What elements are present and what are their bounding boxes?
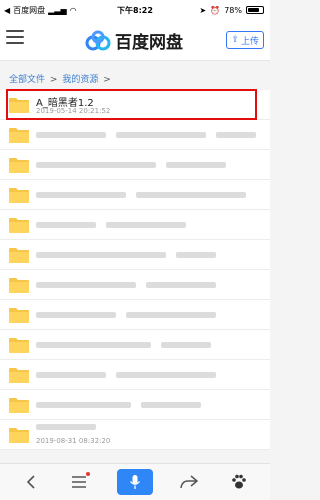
menu-button[interactable] [6,30,24,48]
folder-icon [9,428,29,443]
mic-button-bg [117,469,153,495]
breadcrumb-separator: > [103,75,111,85]
status-bar: ◀ 百度网盘 ▂▃▅ ◠ 下午8:22 ➤ ⏰ 78% [0,0,270,20]
upload-icon: ⇪ [231,35,239,45]
menu-line [6,30,24,32]
redacted-text [36,424,96,430]
bottom-toolbar [0,463,270,500]
battery-percent: 78% [224,5,242,15]
baidu-cloud-logo-icon [85,30,111,50]
list-icon [72,476,86,488]
file-row[interactable] [0,390,270,420]
baidu-paw-button[interactable] [212,464,266,500]
redacted-text [136,192,246,198]
redacted-text [166,162,226,168]
file-row[interactable]: 2019-08-31 08:32:20 [0,420,270,450]
battery-fill [248,8,259,12]
alarm-icon: ⏰ [210,5,221,15]
breadcrumb: 全部文件 > 我的资源 > [9,72,113,85]
file-list: A_暗黑者1.2 2019-05-14 20:21:52 2019-08-31 08… [0,90,270,450]
battery-icon [246,6,264,14]
redacted-text [126,312,216,318]
redacted-text [36,312,116,318]
location-icon: ➤ [199,5,207,15]
redacted-text [36,282,136,288]
file-date: 2019-05-14 20:21:52 [36,107,111,115]
redacted-text [106,222,186,228]
redacted-text [36,222,96,228]
menu-tab-button[interactable] [52,464,106,500]
redacted-text [36,402,131,408]
notification-dot [86,472,90,476]
file-row[interactable] [0,120,270,150]
redacted-text [116,372,216,378]
redacted-text [146,282,216,288]
menu-line [6,42,24,44]
back-icon [26,475,35,489]
folder-icon [9,278,29,293]
redacted-text [36,192,126,198]
file-row[interactable] [0,150,270,180]
redacted-text [36,162,156,168]
file-row[interactable] [0,270,270,300]
file-row[interactable] [0,240,270,270]
share-arrow-icon [180,475,198,489]
folder-icon [9,128,29,143]
breadcrumb-all-files[interactable]: 全部文件 [9,75,45,85]
file-row[interactable] [0,210,270,240]
file-row[interactable] [0,330,270,360]
file-row[interactable] [0,300,270,330]
folder-icon [9,158,29,173]
folder-icon [9,338,29,353]
paw-icon [232,474,246,489]
folder-icon [9,398,29,413]
file-row[interactable] [0,180,270,210]
app-logo: 百度网盘 [85,28,183,53]
back-button[interactable] [4,464,58,500]
redacted-text [161,342,211,348]
header-bar: 百度网盘 ⇪ 上传 [0,20,270,61]
redacted-text [36,372,106,378]
folder-icon [9,188,29,203]
microphone-icon [129,475,141,489]
folder-icon [9,308,29,323]
redacted-text [36,252,166,258]
breadcrumb-my-resources[interactable]: 我的资源 [62,75,98,85]
upload-button[interactable]: ⇪ 上传 [226,31,264,49]
app-name: 百度网盘 [115,33,183,53]
voice-button[interactable] [108,464,162,500]
folder-icon [9,248,29,263]
menu-line [6,36,24,38]
redacted-text [216,132,256,138]
status-right: ➤ ⏰ 78% [200,6,264,15]
redacted-text [36,342,151,348]
file-row[interactable]: A_暗黑者1.2 2019-05-14 20:21:52 [0,90,270,120]
upload-label: 上传 [240,36,259,47]
redacted-text [116,132,206,138]
redacted-text [36,132,106,138]
redacted-text [176,252,216,258]
file-row[interactable] [0,360,270,390]
breadcrumb-separator: > [49,75,58,85]
folder-icon [9,368,29,383]
file-date: 2019-08-31 08:32:20 [36,437,111,445]
redacted-text [141,402,201,408]
share-button[interactable] [162,464,216,500]
folder-icon [9,218,29,233]
folder-icon [9,98,29,113]
